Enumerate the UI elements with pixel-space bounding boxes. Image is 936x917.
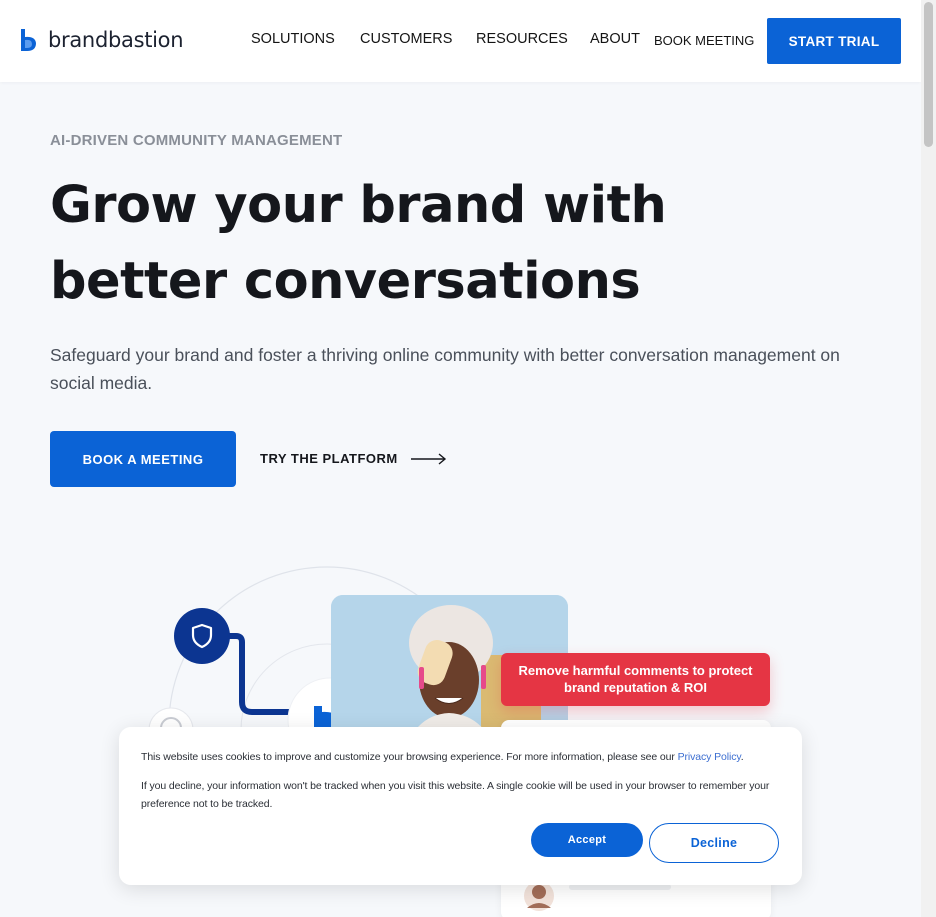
hero-headline: Grow your brand with better conversation… [50,176,667,311]
brand-name: brandbastion [48,28,184,52]
cookie-text-1: This website uses cookies to improve and… [141,749,781,765]
nav-customers[interactable]: CUSTOMERS [360,31,452,47]
nav-about[interactable]: ABOUT [590,31,640,47]
cookie-text-1-prefix: This website uses cookies to improve and… [141,751,678,763]
arrow-right-icon [410,452,446,465]
page-scrollbar[interactable] [921,0,936,917]
logo[interactable]: brandbastion [19,28,184,52]
decline-cookies-button[interactable]: Decline [649,823,779,863]
site-header: brandbastion SOLUTIONS CUSTOMERS RESOURC… [0,0,921,82]
hero-subtext: Safeguard your brand and foster a thrivi… [50,345,840,393]
accept-cookies-button[interactable]: Accept [531,823,643,857]
book-meeting-button[interactable]: BOOK A MEETING [50,431,236,487]
nav-book-meeting[interactable]: BOOK MEETING [654,33,754,48]
nav-resources[interactable]: RESOURCES [476,31,568,47]
hero-eyebrow: AI-DRIVEN COMMUNITY MANAGEMENT [50,132,343,149]
cookie-text-2: If you decline, your information won't b… [141,780,770,810]
privacy-policy-link[interactable]: Privacy Policy [678,751,741,763]
try-platform-label: TRY THE PLATFORM [260,451,398,466]
scrollbar-thumb[interactable] [924,2,933,147]
shield-badge [174,608,230,664]
try-platform-link[interactable]: TRY THE PLATFORM [260,451,448,466]
harmful-comments-callout: Remove harmful comments to protect brand… [501,653,770,706]
shield-icon [191,623,213,649]
start-trial-button[interactable]: START TRIAL [767,18,901,64]
cookie-text-1-suffix: . [740,751,744,763]
cookie-banner: This website uses cookies to improve and… [119,727,802,885]
brandbastion-logo-icon [21,29,36,51]
nav-solutions[interactable]: SOLUTIONS [251,31,335,47]
